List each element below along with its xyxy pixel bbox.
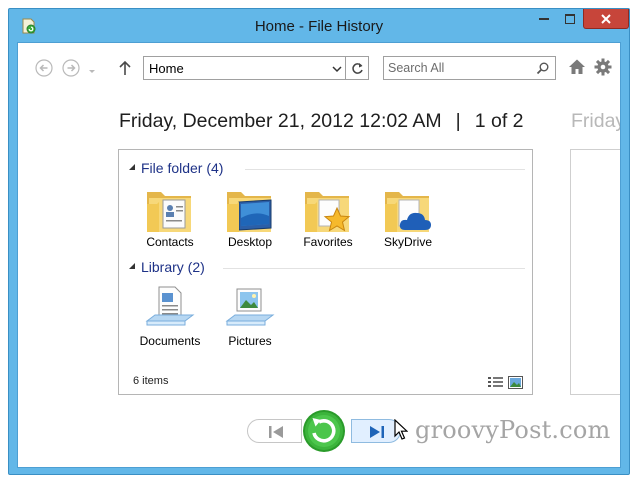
group-divider <box>245 169 525 170</box>
group-divider <box>223 268 525 269</box>
details-view-icon <box>488 377 503 387</box>
date-separator: | <box>455 110 461 132</box>
item-label: Documents <box>139 334 201 348</box>
items-count: 6 items <box>133 375 169 387</box>
pictures-library-icon <box>225 288 275 326</box>
snapshot-date-header: Friday, December 21, 2012 12:02 AM | 1 of … <box>119 110 524 133</box>
settings-button[interactable] <box>594 58 612 76</box>
item-label: Desktop <box>227 235 273 249</box>
gear-icon <box>594 58 612 76</box>
navigation-bar: Home <box>18 43 620 87</box>
large-icons-view-icon <box>508 376 523 389</box>
contacts-folder-icon <box>147 192 191 232</box>
forward-arrow-icon <box>62 59 80 77</box>
chevron-down-icon[interactable] <box>332 65 342 73</box>
close-button[interactable] <box>583 9 629 29</box>
group-header-folders[interactable]: File folder (4) <box>127 160 525 178</box>
collapse-chevron-icon <box>129 164 135 170</box>
refresh-button[interactable] <box>346 56 369 80</box>
back-button[interactable] <box>35 59 53 77</box>
search-icon[interactable] <box>536 62 549 75</box>
documents-library-icon <box>145 286 195 326</box>
previous-version-button[interactable] <box>247 419 302 443</box>
library-item-documents[interactable]: Documents <box>131 285 209 355</box>
watermark: groovyPost.com <box>415 416 611 444</box>
refresh-icon <box>352 63 363 74</box>
favorites-folder-icon <box>305 192 351 232</box>
back-arrow-icon <box>35 59 53 77</box>
search-box[interactable] <box>383 56 556 80</box>
snapshot-position: 1 of 2 <box>474 110 524 132</box>
next-snapshot-date-peek[interactable]: Friday, <box>571 110 620 133</box>
address-bar[interactable]: Home <box>143 56 346 80</box>
minimize-icon <box>539 18 549 20</box>
details-view-button[interactable] <box>488 376 503 389</box>
group-label-folders: File folder (4) <box>141 160 224 176</box>
item-label: Favorites <box>303 235 353 249</box>
maximize-icon <box>565 14 575 24</box>
search-input[interactable] <box>388 60 528 76</box>
recent-locations-button[interactable] <box>87 63 97 73</box>
large-icons-view-button[interactable] <box>508 376 523 389</box>
group-label-libraries: Library (2) <box>141 259 205 275</box>
collapse-chevron-icon <box>129 263 135 269</box>
minimize-button[interactable] <box>531 9 557 29</box>
status-bar: 6 items <box>119 372 532 394</box>
chevron-down-icon <box>89 70 95 73</box>
skydrive-folder-icon <box>385 192 431 232</box>
next-snapshot-pane-peek[interactable] <box>570 149 620 395</box>
folder-item-skydrive[interactable]: SkyDrive <box>369 186 447 256</box>
item-label: Contacts <box>146 235 194 249</box>
playback-controls <box>247 409 412 453</box>
file-history-window: Home - File History Home Search All Frid… <box>8 8 630 475</box>
next-version-icon <box>370 426 384 438</box>
up-arrow-icon <box>119 60 131 75</box>
maximize-button[interactable] <box>557 9 583 29</box>
home-button[interactable] <box>568 58 586 76</box>
item-label: SkyDrive <box>383 235 432 249</box>
restore-icon <box>303 410 345 452</box>
library-item-pictures[interactable]: Pictures <box>211 285 289 355</box>
restore-button[interactable] <box>300 409 348 453</box>
snapshot-date: Friday, December 21, 2012 12:02 AM <box>119 110 442 132</box>
previous-version-icon <box>269 426 283 438</box>
mouse-cursor-icon <box>394 419 408 440</box>
folder-item-desktop[interactable]: Desktop <box>211 186 289 256</box>
up-button[interactable] <box>116 59 134 77</box>
close-icon <box>601 13 611 24</box>
desktop-folder-icon <box>227 192 272 232</box>
snapshot-contents-pane[interactable]: File folder (4) Contacts Desktop Favorit… <box>118 149 533 395</box>
home-icon <box>569 59 585 74</box>
title-bar[interactable]: Home - File History <box>9 9 629 42</box>
group-header-libraries[interactable]: Library (2) <box>127 259 525 277</box>
address-value[interactable]: Home <box>149 61 184 76</box>
folder-item-contacts[interactable]: Contacts <box>131 186 209 256</box>
folder-item-favorites[interactable]: Favorites <box>289 186 367 256</box>
item-label: Pictures <box>228 334 272 348</box>
forward-button[interactable] <box>62 59 80 77</box>
client-area: Home Search All Friday, December 21, 201… <box>17 42 621 468</box>
